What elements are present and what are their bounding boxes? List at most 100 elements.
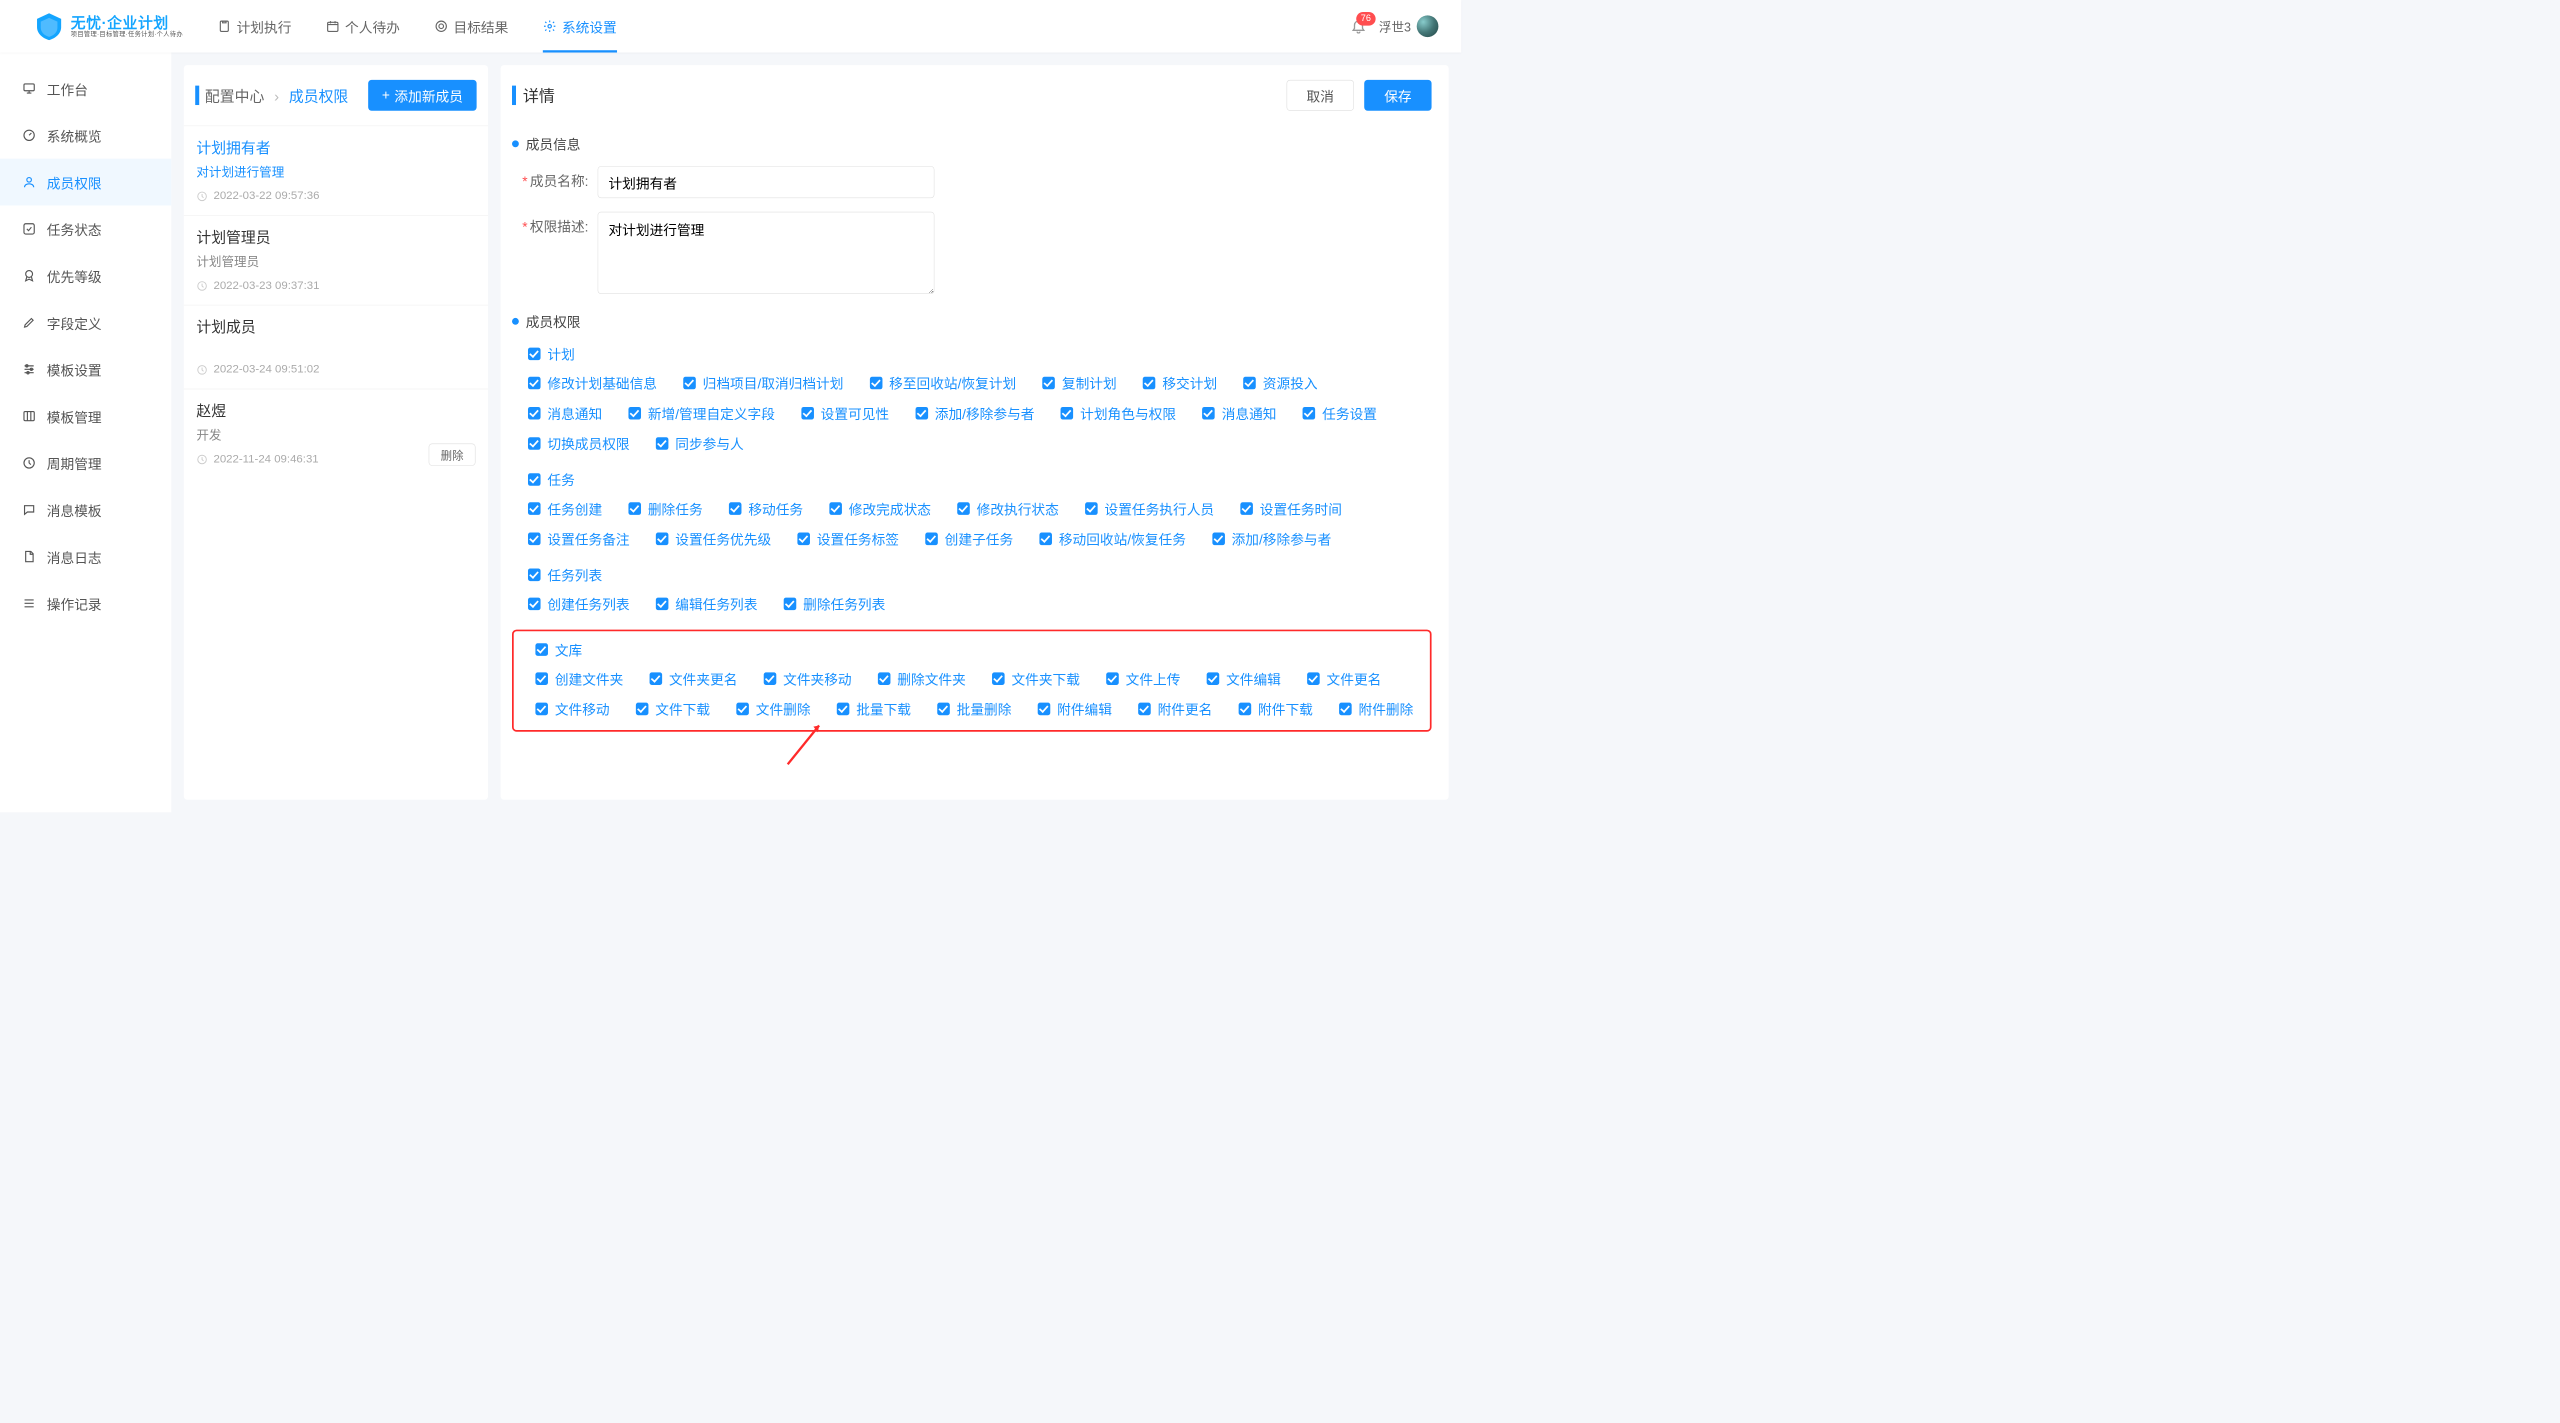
sidebar-item-status[interactable]: 任务状态 bbox=[0, 205, 171, 252]
perm-checkbox[interactable]: 批量下载 bbox=[837, 699, 911, 719]
sidebar: 工作台系统概览成员权限任务状态优先等级字段定义模板设置模板管理周期管理消息模板消… bbox=[0, 53, 171, 813]
role-card[interactable]: 计划拥有者对计划进行管理2022-03-22 09:57:36 bbox=[184, 126, 488, 216]
perm-label: 移动任务 bbox=[748, 498, 803, 518]
perm-checkbox[interactable]: 设置任务备注 bbox=[528, 529, 630, 549]
perm-group: 任务列表创建任务列表 编辑任务列表 删除任务列表 bbox=[512, 565, 1432, 614]
perm-checkbox[interactable]: 设置可见性 bbox=[801, 403, 889, 423]
perm-checkbox[interactable]: 文件更名 bbox=[1307, 668, 1381, 688]
user-menu[interactable]: 浮世3 bbox=[1379, 15, 1439, 37]
tab-personal[interactable]: 个人待办 bbox=[326, 0, 400, 53]
perm-checkbox[interactable]: 添加/移除参与者 bbox=[1212, 529, 1331, 549]
perm-label: 批量下载 bbox=[856, 699, 911, 719]
perm-checkbox[interactable]: 删除任务列表 bbox=[784, 594, 886, 614]
perm-checkbox[interactable]: 附件删除 bbox=[1339, 699, 1413, 719]
perm-checkbox[interactable]: 创建子任务 bbox=[925, 529, 1013, 549]
perm-checkbox[interactable]: 消息通知 bbox=[1202, 403, 1276, 423]
sidebar-item-templates[interactable]: 模板设置 bbox=[0, 346, 171, 393]
sidebar-item-overview[interactable]: 系统概览 bbox=[0, 112, 171, 159]
perm-checkbox[interactable]: 修改完成状态 bbox=[829, 498, 931, 518]
perm-group-checkbox[interactable]: 计划 bbox=[528, 344, 575, 364]
perm-checkbox[interactable]: 移交计划 bbox=[1143, 373, 1217, 393]
perm-checkbox[interactable]: 同步参与人 bbox=[656, 433, 744, 453]
perm-checkbox[interactable]: 文件上传 bbox=[1106, 668, 1180, 688]
save-button[interactable]: 保存 bbox=[1364, 80, 1431, 111]
sidebar-item-label: 字段定义 bbox=[47, 313, 102, 333]
logo-brand: 无忧·企业计划 bbox=[71, 15, 183, 31]
perm-checkbox[interactable]: 设置任务执行人员 bbox=[1085, 498, 1214, 518]
perm-group-checkbox[interactable]: 任务 bbox=[528, 469, 575, 489]
perm-checkbox[interactable]: 任务设置 bbox=[1303, 403, 1377, 423]
sidebar-item-workbench[interactable]: 工作台 bbox=[0, 65, 171, 112]
perm-checkbox[interactable]: 复制计划 bbox=[1042, 373, 1116, 393]
perm-checkbox[interactable]: 添加/移除参与者 bbox=[915, 403, 1034, 423]
perm-checkbox[interactable]: 移动任务 bbox=[729, 498, 803, 518]
perm-checkbox[interactable]: 设置任务时间 bbox=[1240, 498, 1342, 518]
perm-checkbox[interactable]: 移动回收站/恢复任务 bbox=[1039, 529, 1186, 549]
perm-checkbox[interactable]: 计划角色与权限 bbox=[1061, 403, 1176, 423]
perm-checkbox[interactable]: 文件夹移动 bbox=[764, 668, 852, 688]
perm-checkbox[interactable]: 附件下载 bbox=[1239, 699, 1313, 719]
tab-settings[interactable]: 系统设置 bbox=[543, 0, 617, 53]
perm-checkbox[interactable]: 删除任务 bbox=[628, 498, 702, 518]
sidebar-item-msg-log[interactable]: 消息日志 bbox=[0, 533, 171, 580]
perm-checkbox[interactable]: 文件移动 bbox=[535, 699, 609, 719]
perm-label: 创建子任务 bbox=[945, 529, 1013, 549]
perm-checkbox[interactable]: 文件夹更名 bbox=[650, 668, 738, 688]
perm-checkbox[interactable]: 创建任务列表 bbox=[528, 594, 630, 614]
tab-okr[interactable]: 目标结果 bbox=[434, 0, 508, 53]
logo[interactable]: 无忧·企业计划 项目管理·目标管理·任务计划·个人待办 bbox=[34, 11, 183, 41]
perm-checkbox[interactable]: 新增/管理自定义字段 bbox=[628, 403, 775, 423]
breadcrumb: 配置中心 › 成员权限 bbox=[205, 85, 348, 106]
perm-label: 附件删除 bbox=[1359, 699, 1414, 719]
perm-label: 设置任务时间 bbox=[1260, 498, 1342, 518]
perm-checkbox[interactable]: 移至回收站/恢复计划 bbox=[870, 373, 1017, 393]
sidebar-item-members[interactable]: 成员权限 bbox=[0, 159, 171, 206]
role-card[interactable]: 赵煜开发2022-11-24 09:46:31删除 bbox=[184, 389, 488, 479]
perm-checkbox[interactable]: 文件夹下载 bbox=[992, 668, 1080, 688]
sidebar-item-audit[interactable]: 操作记录 bbox=[0, 580, 171, 627]
permission-desc-textarea[interactable] bbox=[598, 212, 935, 294]
cancel-button[interactable]: 取消 bbox=[1287, 80, 1354, 111]
sidebar-item-msg-tpl[interactable]: 消息模板 bbox=[0, 486, 171, 533]
member-name-input[interactable] bbox=[598, 166, 935, 198]
perm-checkbox[interactable]: 文件编辑 bbox=[1207, 668, 1281, 688]
perm-checkbox[interactable]: 修改计划基础信息 bbox=[528, 373, 657, 393]
sidebar-item-fields[interactable]: 字段定义 bbox=[0, 299, 171, 346]
perm-checkbox[interactable]: 编辑任务列表 bbox=[656, 594, 758, 614]
sidebar-item-priority[interactable]: 优先等级 bbox=[0, 252, 171, 299]
perm-checkbox[interactable]: 附件编辑 bbox=[1038, 699, 1112, 719]
perm-checkbox[interactable]: 设置任务优先级 bbox=[656, 529, 771, 549]
perm-checkbox[interactable]: 切换成员权限 bbox=[528, 433, 630, 453]
tab-plan-exec[interactable]: 计划执行 bbox=[217, 0, 291, 53]
perm-checkbox[interactable]: 文件下载 bbox=[636, 699, 710, 719]
perm-checkbox[interactable]: 消息通知 bbox=[528, 403, 602, 423]
perm-checkbox[interactable]: 任务创建 bbox=[528, 498, 602, 518]
perm-group-label: 任务 bbox=[547, 469, 574, 489]
delete-role-button[interactable]: 删除 bbox=[429, 444, 476, 466]
sidebar-item-cycles[interactable]: 周期管理 bbox=[0, 440, 171, 487]
perm-checkbox[interactable]: 删除文件夹 bbox=[878, 668, 966, 688]
perm-checkbox[interactable]: 创建文件夹 bbox=[535, 668, 623, 688]
role-date: 2022-03-24 09:51:02 bbox=[196, 363, 475, 376]
role-card[interactable]: 计划管理员计划管理员2022-03-23 09:37:31 bbox=[184, 215, 488, 305]
perm-label: 附件更名 bbox=[1158, 699, 1213, 719]
perm-checkbox[interactable]: 修改执行状态 bbox=[957, 498, 1059, 518]
sidebar-item-tpl-mgmt[interactable]: 模板管理 bbox=[0, 393, 171, 440]
notifications-icon[interactable]: 76 bbox=[1350, 18, 1367, 35]
perm-checkbox[interactable]: 批量删除 bbox=[937, 699, 1011, 719]
perm-checkbox[interactable]: 资源投入 bbox=[1243, 373, 1317, 393]
perm-checkbox[interactable]: 文件删除 bbox=[736, 699, 810, 719]
perm-checkbox[interactable]: 归档项目/取消归档计划 bbox=[683, 373, 843, 393]
perm-checkbox[interactable]: 设置任务标签 bbox=[797, 529, 899, 549]
logo-icon bbox=[34, 11, 64, 41]
sidebar-item-label: 消息模板 bbox=[47, 500, 102, 520]
perm-label: 文件夹下载 bbox=[1011, 668, 1079, 688]
perm-label: 任务设置 bbox=[1322, 403, 1377, 423]
breadcrumb-root[interactable]: 配置中心 bbox=[205, 88, 264, 105]
perm-group-checkbox[interactable]: 任务列表 bbox=[528, 565, 602, 585]
perm-label: 文件删除 bbox=[756, 699, 811, 719]
add-member-button[interactable]: + 添加新成员 bbox=[368, 80, 476, 111]
role-card[interactable]: 计划成员2022-03-24 09:51:02 bbox=[184, 305, 488, 389]
perm-checkbox[interactable]: 附件更名 bbox=[1138, 699, 1212, 719]
perm-group-checkbox[interactable]: 文库 bbox=[535, 639, 582, 659]
